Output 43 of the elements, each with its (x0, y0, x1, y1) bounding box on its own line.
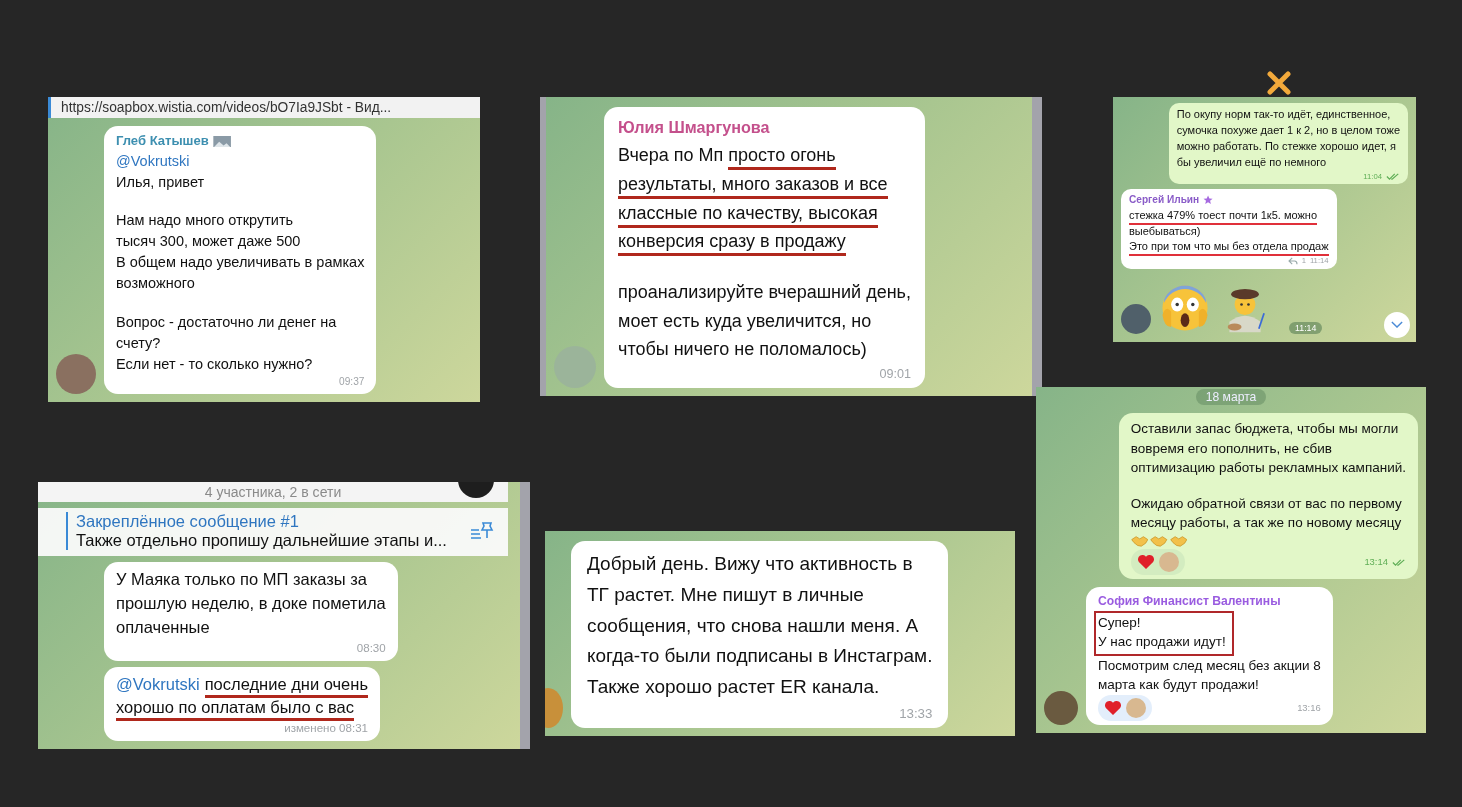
pinned-message-bar[interactable]: Закреплённое сообщение #1 Также отдельно пропишу дальнейшие этапы и... (38, 508, 508, 556)
sender-name[interactable]: Сергей Ильин (1129, 192, 1200, 208)
message-text: Оставили запас бюджета, чтобы мы могли вовремя его пополнить, не сбив оптимизацию работы рекламных кампаний. (1130, 420, 1406, 478)
pin-list-icon[interactable] (470, 521, 494, 541)
message-text: У Маяка только по МП заказы за прошлую неделю, в доке пометила оплаченные (116, 569, 386, 638)
message-text: @Vokrutski последние дни очень хорошо по оплатам было с вас (116, 672, 368, 721)
heart-icon (1104, 700, 1122, 716)
message-text: Вопрос - достаточно ли денег на счету? Если нет - то сколько нужно? (116, 312, 338, 374)
message-time: 09:37 (339, 374, 365, 389)
message-text: Супер! У нас продажи идут! (1098, 613, 1226, 652)
message-text: @Vokrutski Илья, привет (116, 151, 206, 192)
heart-icon (1136, 554, 1155, 571)
message-text: Добрый день. Вижу что активность в ТГ растет. Мне пишут в личные сообщения, что снова нашли меня. А когда-то были подписаны в Инстаграм. Также хорошо растет ER канала. (587, 552, 933, 700)
link-preview-bar[interactable]: https://soapbox.wistia.com/videos/bO7Ia9JSbt - Вид... (48, 97, 480, 118)
sender-name[interactable]: София Финансист Валентины (1098, 593, 1281, 611)
reaction-pill[interactable] (1130, 549, 1185, 576)
message-text: Ожидаю обратной связи от вас по первому месяцу работы, а так же по новому месяцу (1130, 494, 1403, 533)
message-time: 11:14 (1289, 321, 1323, 334)
chat-subtitle: 4 участника, 2 в сети (204, 484, 342, 500)
message-text: Нам надо много открутить тысяч 300, может даже 500 В общем надо увеличивать в рамках возможного (116, 211, 365, 294)
message-text: стежка 479% тоест почти 1к5. можно выебываться) Это при том что мы без отдела продаж (1129, 207, 1329, 256)
reaction-pill[interactable] (1098, 695, 1152, 721)
message-text: Вчера по Мп просто огонь результаты, много заказов и все классные по качеству, высокая конверсия сразу в продажу (618, 140, 911, 257)
message-time: 09:01 (879, 366, 911, 384)
reply-arrow-icon (1287, 256, 1298, 265)
message-time: 13:16 (1297, 701, 1321, 715)
date-badge: 18 марта (1195, 389, 1267, 405)
pinned-text: Также отдельно пропишу дальнейшие этапы и... (76, 531, 448, 550)
scroll-down-button[interactable] (1384, 311, 1410, 338)
sender-name[interactable]: Юлия Шмаргунова (618, 115, 770, 141)
pinned-title: Закреплённое сообщение #1 (76, 512, 300, 531)
reactor-avatar (1126, 698, 1146, 718)
message-text: По окупу норм так-то идёт, единственное, сумочка похуже дает 1 к 2, но в целом тоже можно работать. По стежке хорошо идет, я бы увеличил ещё по немного (1176, 107, 1400, 170)
message-text: проанализируйте вчерашний день, моет есть куда увеличится, но чтобы ничего не поломалось) (618, 280, 911, 362)
message-time: 13:33 (899, 704, 933, 723)
sender-name[interactable]: Глеб Катышев (116, 132, 209, 151)
reactor-avatar (1158, 552, 1179, 573)
message-time: 08:30 (356, 640, 386, 656)
message-text: Посмотрим след месяц без акции 8 марта как будут продажи! (1098, 656, 1321, 695)
message-time: 13:14 (1364, 555, 1388, 569)
message-time: изменено 08:31 (284, 721, 368, 737)
avatar[interactable] (458, 482, 494, 498)
chevron-down-icon (1391, 321, 1403, 329)
